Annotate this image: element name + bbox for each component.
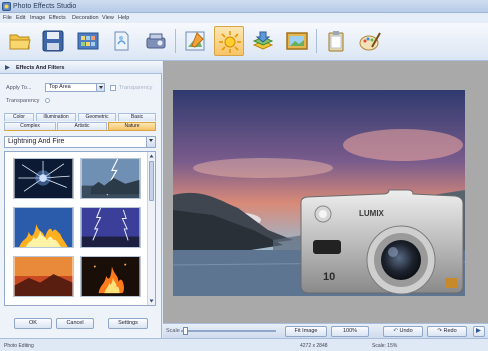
menu-file[interactable]: File — [3, 15, 12, 21]
open-folder-button[interactable] — [5, 26, 35, 56]
effect-selected-value: Lightning And Fire — [8, 138, 65, 145]
brush-palette-button[interactable] — [355, 26, 385, 56]
undo-icon: ↶ — [393, 328, 398, 334]
layers-icon — [252, 31, 274, 50]
title-bar: Photo Effects Studio — [0, 0, 488, 13]
menu-decoration[interactable]: Decoration — [72, 15, 99, 21]
frame-button[interactable] — [282, 26, 312, 56]
effect-thumbnail-lightning-sky[interactable] — [80, 158, 141, 199]
transparency-checkbox[interactable] — [110, 85, 116, 91]
camera-import-button[interactable] — [141, 26, 171, 56]
fit-image-label: Fit Image — [294, 328, 318, 334]
view-bar: Scale Fit Image 100% ↶ Undo ↷ Redo — [163, 323, 488, 338]
frame-icon — [286, 32, 308, 50]
undo-label: Undo — [399, 328, 413, 334]
effect-thumbnail-fire-glow[interactable] — [13, 207, 74, 248]
tab-illumination[interactable]: Illumination — [36, 113, 76, 121]
transparency-slider-knob[interactable] — [45, 98, 50, 103]
tab-nature[interactable]: Nature — [108, 122, 156, 130]
adjust-button[interactable] — [180, 26, 210, 56]
next-button[interactable] — [473, 326, 485, 337]
effect-thumbnail-sunset-fire[interactable] — [13, 256, 74, 297]
tab-underline — [4, 130, 156, 131]
cancel-button[interactable]: Cancel — [56, 318, 94, 329]
apply-to-label: Apply To... — [6, 85, 32, 91]
effect-select[interactable]: Lightning And Fire — [4, 136, 156, 148]
effects-sun-icon — [219, 31, 241, 53]
apply-to-select[interactable]: Top Area — [45, 83, 105, 92]
zoom-100-button[interactable]: 100% — [331, 326, 369, 337]
zoom-slider-knob[interactable] — [183, 327, 188, 335]
camera-import-icon — [146, 33, 166, 49]
settings-button[interactable]: Settings — [108, 318, 148, 329]
tab-geometric[interactable]: Geometric — [78, 113, 116, 121]
toolbar-separator — [175, 29, 176, 53]
transparency-label: Transparency — [6, 98, 40, 104]
scale-label: Scale — [166, 328, 180, 334]
status-mode: Photo Editing — [4, 343, 34, 349]
tab-basic[interactable]: Basic — [118, 113, 156, 121]
apply-to-value: Top Area — [49, 84, 71, 90]
tab-color[interactable]: Color — [4, 113, 34, 121]
transparency-checkbox-label: Transparency — [119, 85, 153, 91]
panel-header: Effects And Filters — [0, 61, 162, 74]
status-bar: Photo Editing 4272 x 2848 Scale: 15% — [0, 338, 488, 351]
undo-button[interactable]: ↶ Undo — [383, 326, 423, 337]
thumbnail-scrollbar[interactable] — [147, 152, 155, 305]
menu-edit[interactable]: Edit — [16, 15, 25, 21]
scroll-down-icon[interactable] — [149, 298, 154, 304]
window-title: Photo Effects Studio — [13, 3, 77, 10]
effect-thumbnail-bonfire[interactable] — [80, 256, 141, 297]
layers-button[interactable] — [248, 26, 278, 56]
menu-effects[interactable]: Effects — [49, 15, 66, 21]
app-icon — [2, 2, 11, 11]
effect-thumbnail-sparkler[interactable] — [13, 158, 74, 199]
clipboard-icon — [328, 31, 344, 52]
tab-artistic[interactable]: Artistic — [57, 122, 107, 130]
edited-photo[interactable]: LUMIX 10 — [173, 90, 465, 296]
arrow-right-icon — [476, 328, 481, 333]
menu-image[interactable]: Image — [30, 15, 45, 21]
scroll-thumb[interactable] — [149, 161, 154, 201]
status-scale: Scale: 15% — [372, 343, 398, 349]
filmstrip-button[interactable] — [73, 26, 103, 56]
chevron-down-icon — [146, 137, 155, 147]
menu-view[interactable]: View — [102, 15, 114, 21]
scanner-icon — [114, 31, 129, 51]
zoom-slider[interactable] — [181, 327, 276, 335]
zoom-100-label: 100% — [342, 328, 358, 334]
svg-text:LUMIX: LUMIX — [359, 209, 385, 218]
menu-bar: File Edit Image Effects Decoration View … — [0, 13, 488, 23]
panel-title: Effects And Filters — [16, 65, 65, 71]
camera-subject: LUMIX 10 — [300, 189, 464, 295]
status-dimensions: 4272 x 2848 — [300, 343, 328, 349]
toolbar-separator — [316, 29, 317, 53]
adjust-icon — [185, 31, 205, 51]
effects-button[interactable] — [214, 26, 244, 56]
save-icon — [42, 30, 64, 52]
effect-thumbnail-lightning-storm[interactable] — [80, 207, 141, 248]
redo-label: Redo — [443, 328, 457, 334]
scanner-button[interactable] — [106, 26, 136, 56]
tab-complex[interactable]: Complex — [4, 122, 56, 130]
fit-image-button[interactable]: Fit Image — [285, 326, 327, 337]
chevron-down-icon — [96, 84, 104, 91]
clipboard-button[interactable] — [321, 26, 351, 56]
scroll-up-icon[interactable] — [149, 153, 154, 159]
brush-palette-icon — [359, 32, 381, 51]
main-toolbar — [0, 23, 488, 61]
image-canvas[interactable]: LUMIX 10 — [163, 61, 488, 323]
redo-icon: ↷ — [437, 328, 442, 334]
effect-thumbnail-list — [4, 151, 156, 306]
filmstrip-icon — [77, 32, 99, 50]
menu-help[interactable]: Help — [118, 15, 129, 21]
effects-panel: Effects And Filters Apply To... Top Area… — [0, 61, 162, 338]
svg-text:10: 10 — [323, 271, 335, 283]
ok-button[interactable]: OK — [14, 318, 52, 329]
redo-button[interactable]: ↷ Redo — [427, 326, 467, 337]
collapse-icon[interactable] — [4, 64, 11, 71]
save-button[interactable] — [38, 26, 68, 56]
open-folder-icon — [9, 34, 31, 50]
